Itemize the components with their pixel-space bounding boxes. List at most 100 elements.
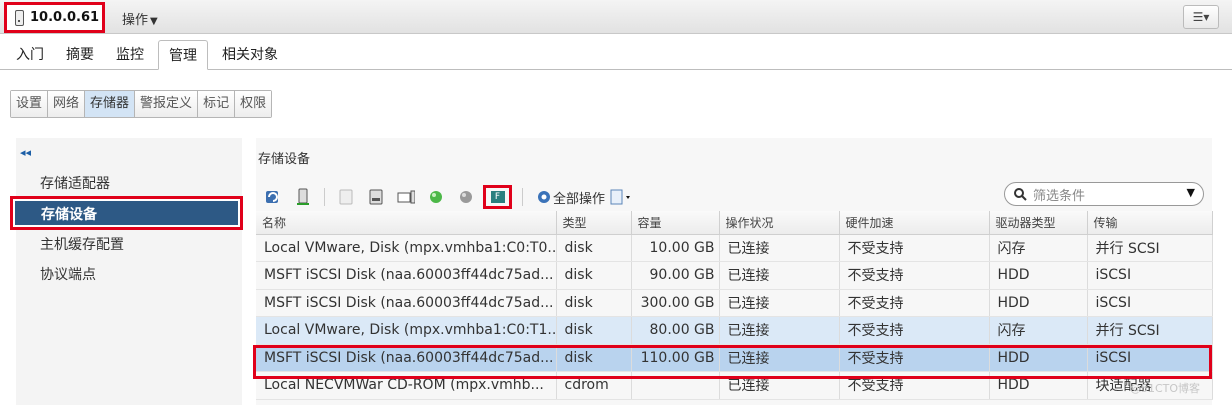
multipath-icon[interactable] <box>397 188 415 206</box>
rescan-icon[interactable] <box>264 188 282 206</box>
title-bar: 10.0.0.61 操作 ▼ ☰▾ <box>0 0 1232 34</box>
mark-as-flash-button[interactable]: F <box>483 185 512 209</box>
column-header-hardware-acceleration[interactable]: 硬件加速 <box>839 211 990 235</box>
search-icon <box>1014 188 1027 201</box>
host-name: 10.0.0.61 <box>30 10 100 25</box>
cell-name: Local VMware, Disk (mpx.vmhba1:C0:T0... <box>256 234 557 262</box>
actions-label: 操作 <box>122 13 149 28</box>
cell-hw-accel: 不受支持 <box>839 316 990 345</box>
storage-devices-table: 名称 类型 容量 操作状况 硬件加速 驱动器类型 传输 Local VMware… <box>256 211 1213 400</box>
cell-drive-type: HDD <box>989 371 1088 400</box>
filter-placeholder: 筛选条件 <box>1033 188 1086 204</box>
cell-drive-type: HDD <box>989 289 1088 317</box>
tab-manage[interactable]: 管理 <box>158 40 208 70</box>
subtab-alarm-definitions[interactable]: 警报定义 <box>135 91 199 117</box>
cell-drive-type: HDD <box>989 261 1088 290</box>
column-header-transport[interactable]: 传输 <box>1087 211 1213 235</box>
cell-name: MSFT iSCSI Disk (naa.60003ff44dc75ad... <box>256 289 557 317</box>
column-header-name[interactable]: 名称 <box>256 211 557 235</box>
tab-monitor[interactable]: 监控 <box>116 44 144 64</box>
cell-hw-accel: 不受支持 <box>839 371 990 400</box>
cell-capacity: 10.00 GB <box>631 234 720 262</box>
turn-off-led-icon[interactable] <box>457 188 475 206</box>
table-row[interactable]: Local VMware, Disk (mpx.vmhba1:C0:T0... … <box>256 234 1213 262</box>
cell-drive-type: 闪存 <box>989 234 1088 262</box>
cell-capacity <box>631 371 720 400</box>
cell-state: 已连接 <box>719 289 840 317</box>
section-title: 存储设备 <box>258 152 311 167</box>
column-header-type[interactable]: 类型 <box>556 211 632 235</box>
cell-transport: iSCSI <box>1087 344 1213 372</box>
cell-hw-accel: 不受支持 <box>839 261 990 290</box>
left-nav-panel: ◂◂ 存储适配器 主机缓存配置 协议端点 <box>16 138 242 405</box>
cell-name: Local VMware, Disk (mpx.vmhba1:C0:T1... <box>256 316 557 345</box>
subtab-network[interactable]: 网络 <box>48 91 86 117</box>
cell-state: 已连接 <box>719 261 840 290</box>
nav-item-storage-adapters[interactable]: 存储适配器 <box>40 173 110 193</box>
cell-state: 已连接 <box>719 371 840 400</box>
caret-down-icon: ▼ <box>150 16 158 27</box>
table-row-selected[interactable]: MSFT iSCSI Disk (naa.60003ff44dc75ad... … <box>256 344 1213 372</box>
all-actions-button[interactable]: 全部操作 <box>535 188 605 207</box>
all-actions-label: 全部操作 <box>553 191 606 207</box>
table-row[interactable]: Local NECVMWar CD-ROM (mpx.vmhb... cdrom… <box>256 371 1213 400</box>
toolbar: F 全部操作 <box>264 185 647 209</box>
cell-capacity: 300.00 GB <box>631 289 720 317</box>
cell-capacity: 110.00 GB <box>631 344 720 372</box>
cell-hw-accel: 不受支持 <box>839 289 990 317</box>
host-icon <box>15 9 24 26</box>
table-row[interactable]: MSFT iSCSI Disk (naa.60003ff44dc75ad... … <box>256 289 1213 317</box>
attach-device-icon[interactable] <box>294 188 312 206</box>
cell-type: disk <box>556 316 632 345</box>
flash-disk-icon: F <box>490 191 505 203</box>
subtab-storage[interactable]: 存储器 <box>85 91 136 117</box>
filter-dropdown-icon[interactable]: ▼ <box>1187 186 1195 199</box>
menu-icon[interactable]: ☰▾ <box>1183 5 1219 29</box>
cell-type: disk <box>556 261 632 290</box>
nav-item-storage-devices[interactable]: 存储设备 <box>10 196 243 230</box>
nav-item-protocol-endpoints[interactable]: 协议端点 <box>40 264 96 284</box>
gear-icon <box>538 191 550 203</box>
collapse-icon[interactable]: ◂◂ <box>20 146 31 159</box>
cell-capacity: 80.00 GB <box>631 316 720 345</box>
cell-drive-type: 闪存 <box>989 316 1088 345</box>
tab-related-objects[interactable]: 相关对象 <box>222 44 278 64</box>
nav-item-storage-devices-label: 存储设备 <box>15 201 238 225</box>
rename-icon[interactable] <box>367 188 385 206</box>
cell-name: MSFT iSCSI Disk (naa.60003ff44dc75ad... <box>256 261 557 290</box>
cell-name: Local NECVMWar CD-ROM (mpx.vmhb... <box>256 371 557 400</box>
cell-drive-type: HDD <box>989 344 1088 372</box>
detach-icon[interactable] <box>337 188 355 206</box>
watermark: @51CTO博客 <box>1130 382 1201 395</box>
turn-on-led-icon[interactable] <box>427 188 445 206</box>
main-tabs: 入门 摘要 监控 管理 相关对象 <box>0 34 1232 70</box>
export-icon[interactable] <box>609 188 635 206</box>
cell-state: 已连接 <box>719 234 840 262</box>
tab-summary[interactable]: 摘要 <box>66 44 94 64</box>
cell-transport: iSCSI <box>1087 261 1213 290</box>
table-row[interactable]: MSFT iSCSI Disk (naa.60003ff44dc75ad... … <box>256 261 1213 290</box>
tab-getting-started[interactable]: 入门 <box>16 44 44 64</box>
cell-state: 已连接 <box>719 316 840 345</box>
cell-state: 已连接 <box>719 344 840 372</box>
table-row[interactable]: Local VMware, Disk (mpx.vmhba1:C0:T1... … <box>256 316 1213 345</box>
cell-hw-accel: 不受支持 <box>839 234 990 262</box>
cell-type: disk <box>556 289 632 317</box>
subtab-tags[interactable]: 标记 <box>198 91 236 117</box>
column-header-operational-state[interactable]: 操作状况 <box>719 211 840 235</box>
cell-capacity: 90.00 GB <box>631 261 720 290</box>
table-header: 名称 类型 容量 操作状况 硬件加速 驱动器类型 传输 <box>256 211 1213 235</box>
nav-item-host-cache-config[interactable]: 主机缓存配置 <box>40 234 124 254</box>
column-header-capacity[interactable]: 容量 <box>631 211 720 235</box>
actions-menu[interactable]: 操作 ▼ <box>122 9 158 28</box>
host-label[interactable]: 10.0.0.61 <box>4 2 105 33</box>
cell-transport: iSCSI <box>1087 289 1213 317</box>
subtab-settings[interactable]: 设置 <box>11 91 49 117</box>
filter-input[interactable]: 筛选条件 ▼ <box>1004 182 1204 206</box>
sub-tabs: 设置 网络 存储器 警报定义 标记 权限 <box>10 90 273 118</box>
cell-transport: 并行 SCSI <box>1087 316 1213 345</box>
subtab-permissions[interactable]: 权限 <box>235 91 272 117</box>
cell-type: disk <box>556 234 632 262</box>
cell-name: MSFT iSCSI Disk (naa.60003ff44dc75ad... <box>256 344 557 372</box>
column-header-drive-type[interactable]: 驱动器类型 <box>989 211 1088 235</box>
